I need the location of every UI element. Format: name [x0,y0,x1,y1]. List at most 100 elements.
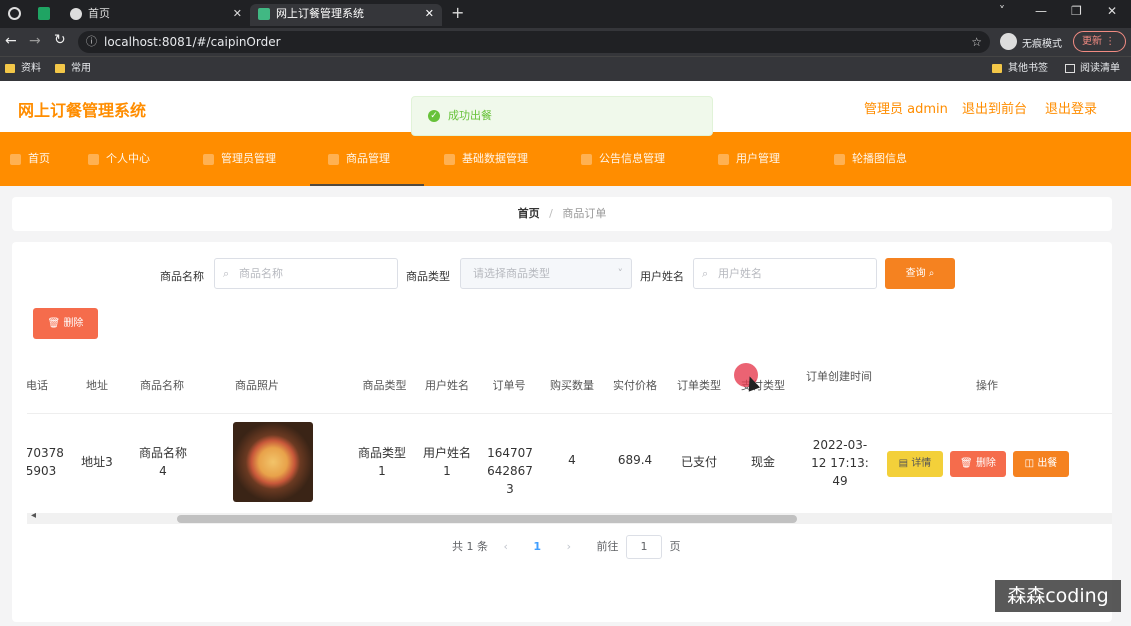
close-tab-icon[interactable]: ✕ [233,4,242,24]
name-input[interactable]: ⌕ 商品名称 [214,258,398,289]
goto-label: 前往 [596,540,619,553]
horizontal-scrollbar[interactable]: ◂ [27,510,1112,524]
type-label: 商品类型 [406,270,450,283]
folder-icon [55,63,65,73]
col-phone: 电话 [27,379,48,392]
check-circle-icon: ✓ [428,110,440,122]
minimize-icon[interactable]: — [1035,4,1055,18]
next-page-icon[interactable]: › [567,540,571,553]
other-bookmarks[interactable]: 其他书签 [992,62,1048,76]
carousel-icon [834,153,845,165]
breadcrumb-current: 商品订单 [562,207,607,220]
detail-button[interactable]: ▤ 详情 [887,451,943,477]
name-label: 商品名称 [160,270,204,283]
col-user-name: 用户姓名 [425,379,469,392]
search-icon: ⌕ [928,268,935,279]
nav-users[interactable]: 用户管理 [718,132,780,186]
search-icon: ⌕ [223,267,230,280]
close-tab-icon[interactable]: ✕ [425,4,434,24]
trash-icon: 🗑 [960,458,973,469]
table-row: 170378 5903 地址3 商品名称 4 商品类型 1 用户姓名 1 164… [27,414,1112,511]
goto-input[interactable]: 1 [625,535,662,559]
star-icon[interactable]: ☆ [971,31,982,53]
search-icon: ⌕ [702,267,709,280]
forward-icon[interactable]: → [29,33,41,49]
watermark: 森森coding [995,580,1121,612]
reading-list[interactable]: 阅读清单 [1065,62,1120,76]
exit-to-front-link[interactable]: 退出到前台 [962,98,1027,117]
incognito-label[interactable]: 无痕模式 [1022,35,1062,50]
info-icon: ⓘ [86,35,97,48]
table-header: 电话 地址 商品名称 商品照片 商品类型 用户姓名 订单号 购买数量 实付价格 … [27,358,1112,414]
batch-delete-button[interactable]: 🗑 删除 [33,308,98,339]
nav-goods[interactable]: 商品管理 [310,132,424,186]
app-title: 网上订餐管理系统 [18,101,147,120]
goods-icon [328,153,339,165]
close-window-icon[interactable]: ✕ [1107,4,1127,18]
maximize-icon[interactable]: ❐ [1071,4,1091,18]
browser-tabbar: 首页 ✕ 网上订餐管理系统 ✕ + ˅ — ❐ ✕ [0,0,1131,28]
new-tab-button[interactable]: + [451,3,464,22]
cell-created: 2022-03-12 17:13:49 [811,438,869,488]
cell-goods-name: 商品名称 4 [138,446,187,478]
main-content: 首页 / 商品订单 商品名称 ⌕ 商品名称 商品类型 请选择商品类型 ˅ 用户姓名… [0,186,1131,626]
col-qty: 购买数量 [550,379,594,392]
trash-icon: 🗑 [47,318,61,329]
col-goods-type: 商品类型 [362,379,407,392]
chrome-favicon-icon [70,8,82,20]
vue-logo-icon [258,8,270,20]
update-button[interactable]: 更新 ⋮ [1073,31,1126,52]
nav-carousel[interactable]: 轮播图信息 [834,132,907,186]
tab-home[interactable]: 首页 ✕ [62,4,250,26]
breadcrumb-home[interactable]: 首页 [518,207,540,220]
col-goods-name: 商品名称 [140,379,184,392]
col-address: 地址 [86,379,108,392]
col-created: 订单创建时间 [806,370,872,383]
total-count: 共 1 条 [452,540,488,553]
serve-icon: ◫ [1024,458,1035,469]
nav-profile[interactable]: 个人中心 [88,132,150,186]
cell-price: 689.4 [617,453,653,467]
cell-goods-type: 商品类型 1 [357,446,406,478]
bookmark-ziliao[interactable]: 资料 [5,62,41,76]
serve-button[interactable]: ◫ 出餐 [1013,451,1069,477]
nav-menu: 首页 个人中心 管理员管理 商品管理 基础数据管理 公告信息管理 用户管理 轮播… [0,132,1131,186]
home-icon [10,153,21,165]
reload-icon[interactable]: ↻ [54,32,66,48]
chrome-icon[interactable] [8,7,21,20]
nav-basic-data[interactable]: 基础数据管理 [444,132,528,186]
data-icon [444,153,455,165]
sheets-icon[interactable] [38,7,50,20]
page-1[interactable]: 1 [533,540,541,553]
col-order-no: 订单号 [492,379,526,392]
nav-home[interactable]: 首页 [10,132,50,186]
chevron-down-icon: ˅ [617,267,624,280]
folder-icon [992,63,1002,73]
user-input[interactable]: ⌕ 用户姓名 [693,258,877,289]
logout-link[interactable]: 退出登录 [1045,98,1097,117]
scrollbar-thumb[interactable] [177,515,797,523]
admin-icon [203,153,214,165]
back-icon[interactable]: ← [5,33,17,49]
admin-link[interactable]: 管理员 admin [864,98,948,117]
folder-icon [5,63,15,73]
bookmarks-bar: 资料 常用 其他书签 阅读清单 [0,56,1131,81]
list-card: 商品名称 ⌕ 商品名称 商品类型 请选择商品类型 ˅ 用户姓名 ⌕ 用户姓名 查询 … [12,242,1112,622]
tab-search-icon[interactable]: ˅ [999,4,1019,18]
page-suffix: 页 [669,540,681,553]
prev-page-icon[interactable]: ‹ [504,540,508,553]
pagination: 共 1 条 ‹ 1 › 前往 1 页 [452,534,752,560]
user-label: 用户姓名 [640,270,684,283]
type-select[interactable]: 请选择商品类型 ˅ [460,258,632,289]
tab-app[interactable]: 网上订餐管理系统 ✕ [250,4,442,26]
bookmark-changyong[interactable]: 常用 [55,62,91,76]
row-delete-button[interactable]: 🗑 删除 [950,451,1006,477]
scroll-left-icon[interactable]: ◂ [31,510,36,521]
url-input[interactable]: ⓘ localhost:8081/#/caipinOrder ☆ [78,31,990,53]
nav-admin[interactable]: 管理员管理 [203,132,276,186]
cell-order-type: 已支付 [680,455,717,469]
nav-notice[interactable]: 公告信息管理 [581,132,665,186]
cell-order-no: 1647076428673 [487,446,533,496]
query-button[interactable]: 查询 ⌕ [885,258,955,289]
doc-icon: ▤ [898,458,909,469]
